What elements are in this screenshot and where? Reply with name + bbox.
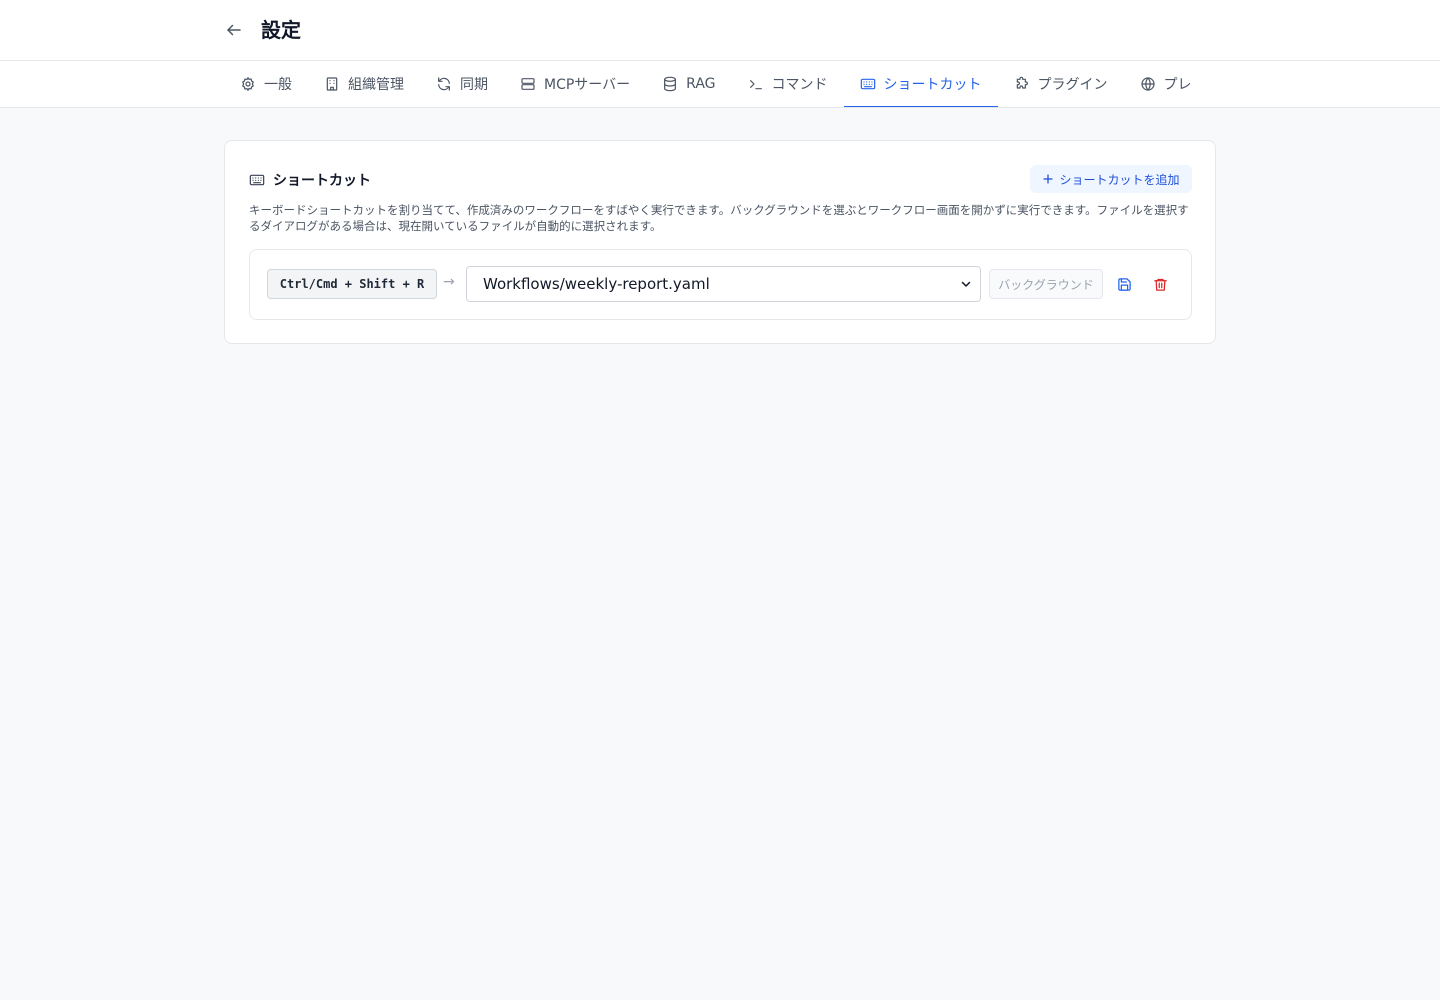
- tab-label: プラグイン: [1037, 77, 1108, 93]
- back-button[interactable]: [222, 18, 246, 42]
- tab-sync[interactable]: 同期: [420, 61, 504, 107]
- tab-label: RAG: [686, 76, 716, 92]
- tabs-container: 一般 組織管理 同期 MCPサーバー RAG コマンド ショートカット プラグイ…: [224, 61, 1216, 107]
- terminal-icon: [749, 80, 762, 90]
- database-icon: [664, 76, 677, 92]
- settings-tab-bar: 一般 組織管理 同期 MCPサーバー RAG コマンド ショートカット プラグイ…: [0, 61, 1440, 108]
- plus-icon: [1043, 174, 1054, 184]
- mapping-arrow: →: [443, 274, 455, 290]
- server-icon: [521, 78, 535, 90]
- shortcuts-card: ショートカット ショートカットを追加 キーボードショートカットを割り当てて、作成…: [224, 140, 1216, 344]
- section-title-text: ショートカット: [273, 173, 371, 189]
- delete-button[interactable]: [1150, 274, 1170, 294]
- add-shortcut-label: ショートカットを追加: [1059, 172, 1180, 187]
- tab-organization[interactable]: 組織管理: [308, 61, 420, 107]
- background-toggle[interactable]: バックグラウンド: [989, 269, 1103, 299]
- arrow-left-icon: [227, 24, 241, 36]
- save-icon: [1117, 277, 1131, 291]
- shortcut-row: Ctrl/Cmd + Shift + R → Workflows/weekly-…: [249, 249, 1192, 320]
- tab-shortcuts[interactable]: ショートカット: [843, 61, 998, 107]
- globe-icon: [1140, 77, 1155, 91]
- keyboard-icon: [860, 78, 875, 90]
- workflow-select[interactable]: Workflows/weekly-report.yaml: [466, 266, 981, 302]
- shortcut-keys[interactable]: Ctrl/Cmd + Shift + R: [267, 269, 437, 299]
- section-description: キーボードショートカットを割り当てて、作成済みのワークフローをすばやく実行できま…: [249, 203, 1189, 233]
- tab-label: 同期: [460, 77, 488, 93]
- tab-commands[interactable]: コマンド: [732, 61, 844, 107]
- tab-label: 組織管理: [348, 77, 404, 93]
- workflow-select-value: Workflows/weekly-report.yaml: [483, 275, 710, 293]
- tab-general[interactable]: 一般: [224, 61, 308, 107]
- tab-label: 一般: [264, 77, 292, 93]
- add-shortcut-button[interactable]: ショートカットを追加: [1030, 165, 1192, 193]
- page-title: 設定: [261, 18, 301, 42]
- building-icon: [326, 77, 338, 91]
- tab-label: コマンド: [771, 77, 828, 93]
- tab-rag[interactable]: RAG: [646, 61, 731, 107]
- refresh-icon: [438, 77, 450, 91]
- tab-label: ショートカット: [883, 77, 982, 93]
- gear-icon: [242, 77, 254, 91]
- section-title: ショートカット: [249, 170, 371, 190]
- puzzle-icon: [1016, 76, 1028, 89]
- tab-language[interactable]: プレ: [1124, 61, 1208, 107]
- keyboard-icon: [249, 174, 265, 186]
- tab-label: プレ: [1163, 77, 1192, 93]
- trash-icon: [1153, 278, 1167, 291]
- tab-label: MCPサーバー: [544, 77, 631, 93]
- top-bar: 設定: [0, 0, 1440, 61]
- chevron-down-icon: [961, 281, 971, 287]
- tab-mcp-servers[interactable]: MCPサーバー: [504, 61, 646, 107]
- save-button[interactable]: [1114, 274, 1134, 294]
- tab-plugins[interactable]: プラグイン: [998, 61, 1124, 107]
